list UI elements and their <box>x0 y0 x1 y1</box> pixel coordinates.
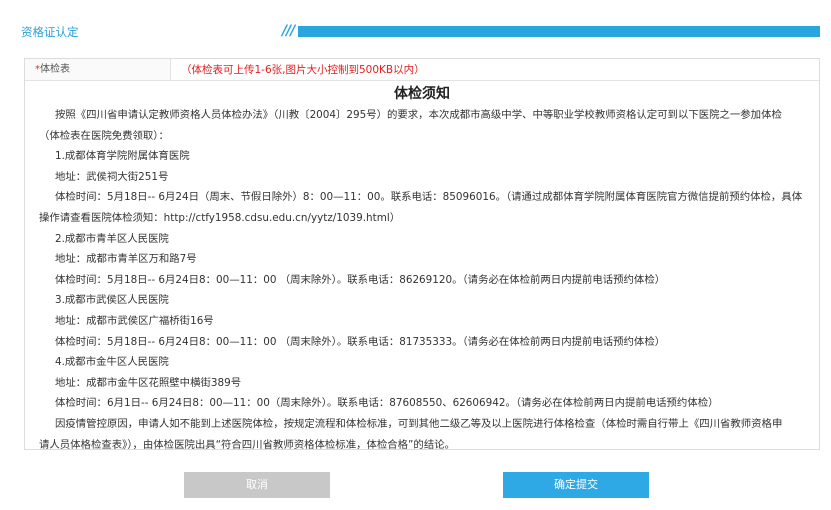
section-title: 资格证认定 <box>21 25 79 39</box>
notice-intro-cont: （体检表在医院免费领取）： <box>39 129 169 142</box>
hospital-address: 地址：成都市青羊区万和路7号 <box>55 253 197 266</box>
hospital-address: 地址：成都市武侯区广福桥街16号 <box>55 314 214 327</box>
hospital-time: 体检时间：5月18日-- 6月24日8：00—11：00 （周末除外）。联系电话… <box>55 335 666 348</box>
submit-button[interactable]: 确定提交 <box>503 472 649 498</box>
hospital-name: 3.成都市武侯区人民医院 <box>55 294 169 307</box>
notice-epidemic: 因疫情管控原因，申请人如不能到上述医院体检，按规定流程和体检标准，可到其他二级乙… <box>55 417 783 430</box>
hospital-time: 体检时间：5月18日-- 6月24日8：00—11：00 （周末除外）。联系电话… <box>55 273 666 286</box>
hospital-address: 地址：武侯祠大街251号 <box>55 170 169 183</box>
header-slashes-decoration: /// <box>272 21 298 41</box>
notice-intro: 按照《四川省申请认定教师资格人员体检办法》（川教〔2004〕295号）的要求，本… <box>55 109 782 121</box>
hospital-name: 1.成都体育学院附属体育医院 <box>55 150 190 163</box>
hospital-time-cont: 操作请查看医院体检须知：http://ctfy1958.cdsu.edu.cn/… <box>39 211 401 224</box>
hospital-time: 体检时间：6月1日-- 6月24日8：00—11：00（周末除外）。联系电话：8… <box>55 397 719 410</box>
exam-notice: 体检须知 按照《四川省申请认定教师资格人员体检办法》（川教〔2004〕295号）… <box>31 83 813 455</box>
hospital-name: 4.成都市金牛区人民医院 <box>55 356 169 369</box>
field-label-cell: *体检表 <box>25 59 171 81</box>
form-panel: *体检表 （体检表可上传1-6张,图片大小控制到500KB以内） 体检须知 按照… <box>24 58 820 451</box>
hospital-address: 地址：成都市金牛区花照壁中横街389号 <box>55 376 242 389</box>
upload-hint: （体检表可上传1-6张,图片大小控制到500KB以内） <box>171 59 819 81</box>
notice-epidemic-cont: 请人员体格检查表》），由体检医院出具“符合四川省教师资格体检标准，体检合格”的结… <box>39 438 455 451</box>
notice-title: 体检须知 <box>394 86 450 102</box>
header-accent-bar <box>287 26 820 37</box>
section-header: 资格证认定 /// <box>0 0 831 58</box>
cancel-button[interactable]: 取消 <box>184 472 330 498</box>
field-label: 体检表 <box>40 64 70 75</box>
hospital-time: 体检时间：5月18日-- 6月24日（周末、节假日除外）8：00—11：00。联… <box>55 191 803 204</box>
hospital-name: 2.成都市青羊区人民医院 <box>55 232 169 245</box>
